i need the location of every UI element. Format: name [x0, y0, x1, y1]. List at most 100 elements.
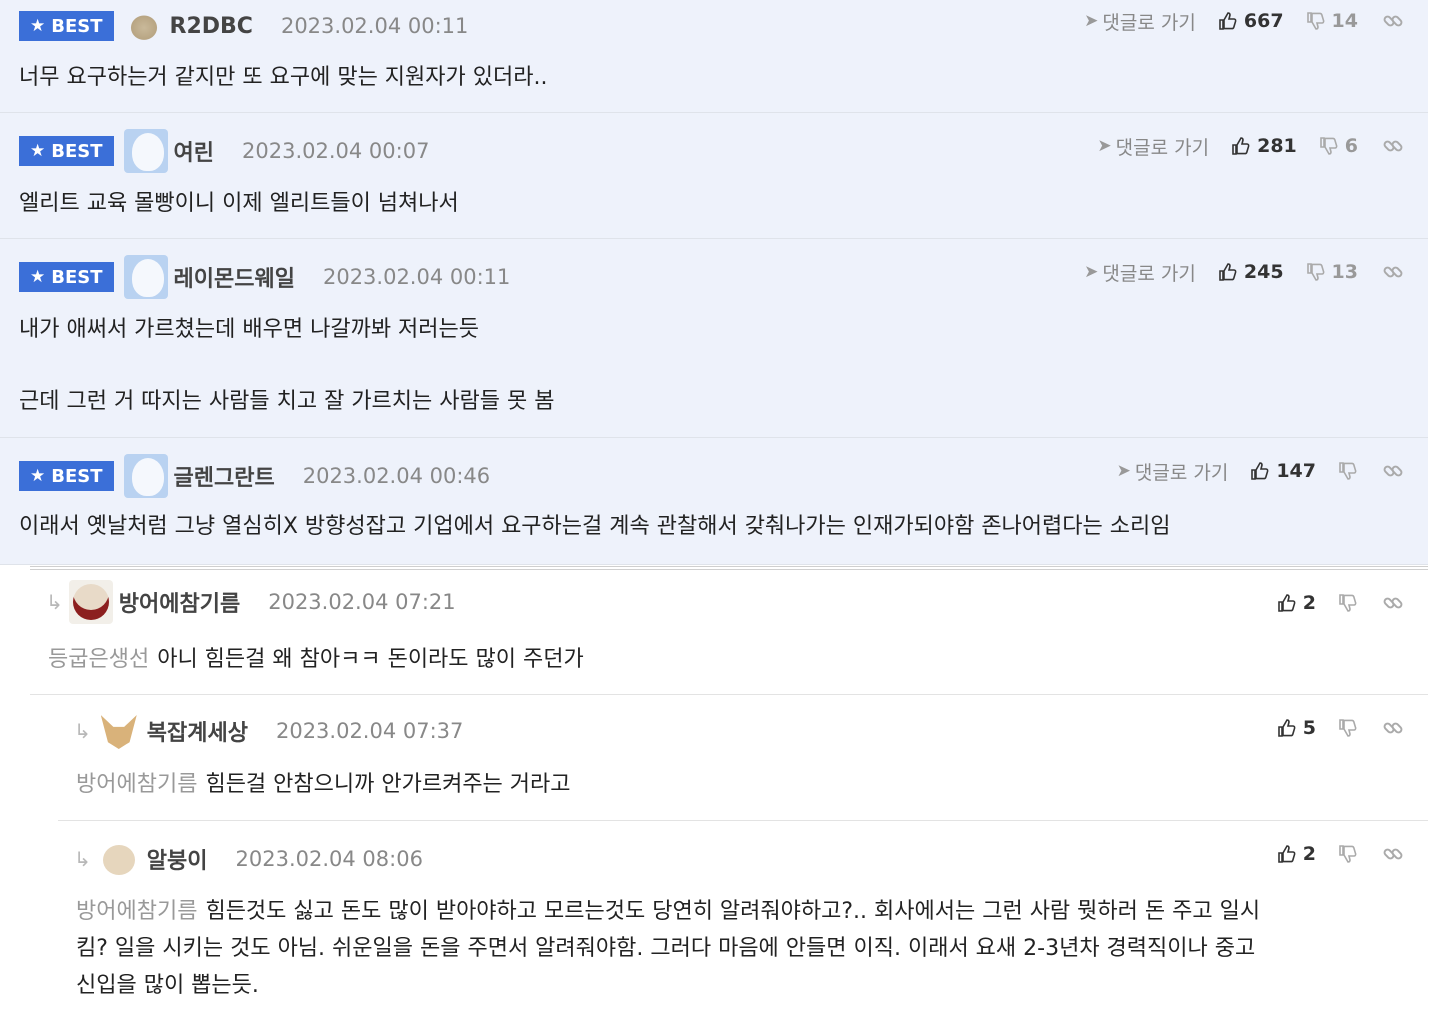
timestamp: 2023.02.04 00:11	[322, 265, 511, 289]
reply-comment: ↳ 알붕이 2023.02.04 08:06 2 방어에참기름 힘든것도 싫고 돈…	[58, 821, 1428, 1009]
link-icon[interactable]	[1382, 261, 1404, 283]
send-arrow-icon: ➤	[1097, 136, 1112, 156]
comment-text-line: 내가 애써서 가르쳤는데 배우면 나갈까봐 저러는듯	[19, 317, 480, 342]
mention-user[interactable]: 방어에참기름	[76, 772, 197, 797]
nickname[interactable]: 여린	[174, 135, 214, 167]
upvote-count: 2	[1302, 843, 1316, 865]
divider	[30, 569, 1428, 570]
avatar[interactable]	[97, 837, 141, 881]
comment-text: 이래서 옛날처럼 그냥 열심히X 방향성잡고 기업에서 요구하는걸 계속 관찰해…	[19, 514, 1171, 539]
nickname[interactable]: 방어에참기름	[119, 586, 240, 618]
thumbs-down-icon	[1306, 262, 1326, 282]
avatar[interactable]	[123, 454, 168, 498]
reply-comment: ↳ 복잡계세상 2023.02.04 07:37 5 방어에참기름 힘든걸 안참으…	[58, 695, 1428, 820]
comment-text-line: 근데 그런 거 따지는 사람들 치고 잘 가르치는 사람들 못 봄	[19, 389, 555, 414]
mention-user[interactable]: 방어에참기름	[76, 899, 197, 924]
comment-best: ★ BEST 레이몬드웨일 2023.02.04 00:11 ➤ 댓글로 가기 24…	[0, 239, 1428, 438]
comment-text: 엘리트 교육 몰빵이니 이제 엘리트들이 넘쳐나서	[19, 191, 459, 216]
upvote-count: 5	[1302, 717, 1316, 739]
downvote-button[interactable]	[1338, 461, 1358, 481]
goto-comment-link[interactable]: ➤ 댓글로 가기	[1097, 133, 1209, 160]
thumbs-up-icon	[1277, 718, 1297, 738]
upvote-count: 245	[1243, 261, 1284, 283]
link-icon[interactable]	[1382, 843, 1404, 865]
best-badge: ★ BEST	[19, 11, 114, 41]
star-icon: ★	[30, 267, 46, 287]
send-arrow-icon: ➤	[1084, 11, 1099, 31]
comment-text: 너무 요구하는거 같지만 또 요구에 맞는 지원자가 있더라..	[19, 65, 548, 90]
nickname[interactable]: 글렌그란트	[174, 460, 275, 492]
thumbs-up-icon	[1277, 844, 1297, 864]
link-icon[interactable]	[1382, 592, 1404, 614]
timestamp: 2023.02.04 00:07	[242, 139, 430, 163]
timestamp: 2023.02.04 07:21	[268, 590, 456, 614]
comment-best: ★ BEST 글렌그란트 2023.02.04 00:46 ➤ 댓글로 가기 147…	[0, 438, 1428, 565]
star-icon: ★	[30, 141, 46, 161]
star-icon: ★	[30, 16, 46, 36]
comment-best: ★ BEST R2DBC 2023.02.04 00:11 ➤ 댓글로 가기 667…	[0, 0, 1428, 113]
link-icon[interactable]	[1382, 135, 1404, 157]
thumbs-down-icon	[1338, 718, 1358, 738]
upvote-count: 281	[1257, 135, 1297, 157]
star-icon: ★	[30, 466, 46, 486]
downvote-button[interactable]: 14	[1306, 10, 1358, 32]
upvote-count: 147	[1276, 460, 1316, 482]
avatar[interactable]	[68, 580, 113, 624]
upvote-button[interactable]: 281	[1231, 135, 1297, 157]
thumbs-up-icon	[1218, 11, 1238, 31]
reply-arrow-icon: ↳	[46, 590, 63, 614]
downvote-button[interactable]: 13	[1306, 261, 1358, 283]
avatar[interactable]	[97, 709, 141, 753]
avatar[interactable]	[123, 129, 168, 173]
downvote-count: 6	[1344, 135, 1358, 157]
link-icon[interactable]	[1382, 717, 1404, 739]
best-badge: ★ BEST	[19, 136, 114, 166]
downvote-count: 14	[1331, 10, 1358, 32]
timestamp: 2023.02.04 07:37	[275, 719, 464, 743]
upvote-button[interactable]: 2	[1277, 592, 1316, 614]
upvote-button[interactable]: 245	[1218, 261, 1284, 283]
upvote-button[interactable]: 5	[1277, 717, 1316, 739]
thumbs-down-icon	[1306, 11, 1326, 31]
divider	[30, 566, 1428, 567]
upvote-count: 2	[1302, 592, 1316, 614]
best-badge: ★ BEST	[19, 262, 114, 292]
goto-comment-link[interactable]: ➤ 댓글로 가기	[1117, 458, 1229, 485]
nickname[interactable]: R2DBC	[170, 14, 253, 39]
send-arrow-icon: ➤	[1084, 262, 1099, 282]
reply-arrow-icon: ↳	[74, 719, 91, 743]
goto-comment-link[interactable]: ➤ 댓글로 가기	[1084, 8, 1196, 35]
upvote-button[interactable]: 2	[1277, 843, 1316, 865]
comment-text: 방어에참기름 힘든걸 안참으니까 안가르켜주는 거라고	[76, 772, 571, 797]
thumbs-up-icon	[1218, 262, 1238, 282]
nickname[interactable]: 레이몬드웨일	[174, 261, 295, 293]
send-arrow-icon: ➤	[1116, 461, 1131, 481]
thumbs-down-icon	[1338, 461, 1358, 481]
avatar[interactable]	[123, 9, 164, 43]
downvote-button[interactable]	[1338, 593, 1358, 613]
reply-arrow-icon: ↳	[74, 847, 91, 871]
comment-text-line: 신입을 많이 뽑는듯.	[76, 973, 259, 998]
comment-text-line: 킴? 일을 시키는 것도 아님. 쉬운일을 돈을 주면서 알려줘야함. 그러다 …	[76, 936, 1256, 961]
nickname[interactable]: 복잡계세상	[147, 715, 248, 747]
downvote-button[interactable]: 6	[1319, 135, 1358, 157]
downvote-button[interactable]	[1338, 844, 1358, 864]
upvote-button[interactable]: 147	[1250, 460, 1316, 482]
best-badge: ★ BEST	[19, 461, 114, 491]
upvote-count: 667	[1243, 10, 1284, 32]
thumbs-up-icon	[1277, 593, 1297, 613]
reply-comment: ↳ 방어에참기름 2023.02.04 07:21 2 등굽은생선 아니 힘든걸 …	[30, 572, 1428, 694]
link-icon[interactable]	[1382, 460, 1404, 482]
mention-user[interactable]: 등굽은생선	[48, 647, 149, 672]
downvote-button[interactable]	[1338, 718, 1358, 738]
thumbs-up-icon	[1250, 461, 1270, 481]
upvote-button[interactable]: 667	[1218, 10, 1284, 32]
comment-text-line: 방어에참기름 힘든것도 싫고 돈도 많이 받아야하고 모르는것도 당연히 알려줘야…	[76, 899, 1261, 924]
thumbs-down-icon	[1338, 844, 1358, 864]
nickname[interactable]: 알붕이	[147, 843, 208, 875]
timestamp: 2023.02.04 00:46	[302, 464, 491, 488]
timestamp: 2023.02.04 08:06	[235, 847, 423, 871]
link-icon[interactable]	[1382, 10, 1404, 32]
goto-comment-link[interactable]: ➤ 댓글로 가기	[1084, 259, 1196, 286]
avatar[interactable]	[123, 255, 168, 299]
